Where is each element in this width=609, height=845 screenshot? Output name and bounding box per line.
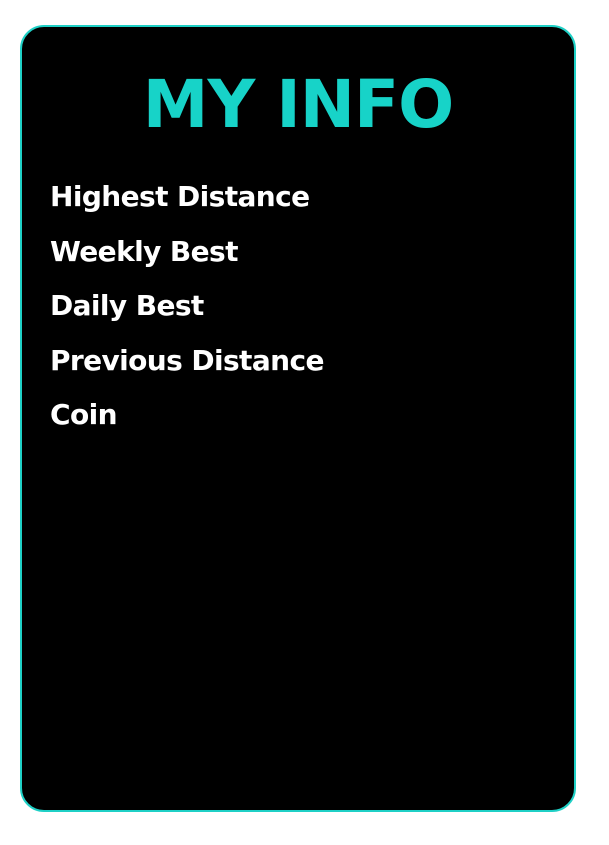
panel-title: MY INFO xyxy=(142,66,454,143)
my-info-panel: MY INFO Highest Distance Weekly Best Dai… xyxy=(20,25,576,812)
info-item-weekly-best: Weekly Best xyxy=(50,234,238,268)
my-info-screen: MY INFO Highest Distance Weekly Best Dai… xyxy=(0,0,609,845)
info-item-previous-distance: Previous Distance xyxy=(50,343,324,377)
info-item-highest-distance: Highest Distance xyxy=(50,180,310,213)
info-item-daily-best: Daily Best xyxy=(50,289,204,322)
info-item-coin: Coin xyxy=(50,398,118,431)
info-list: Highest Distance Weekly Best Daily Best … xyxy=(50,170,324,443)
